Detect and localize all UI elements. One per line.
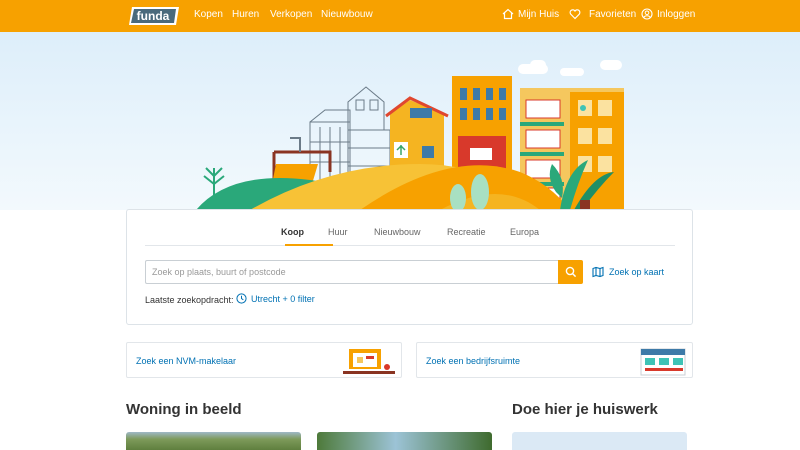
nvm-makelaar-card[interactable]: Zoek een NVM-makelaar: [126, 342, 402, 378]
top-navigation-bar: funda Kopen Huren Verkopen Nieuwbouw Mij…: [0, 0, 800, 32]
bedrijfsruimte-label: Zoek een bedrijfsruimte: [426, 356, 521, 366]
tab-recreatie[interactable]: Recreatie: [447, 227, 486, 237]
tab-koop[interactable]: Koop: [281, 227, 304, 237]
nav-kopen[interactable]: Kopen: [194, 9, 223, 20]
nav-nieuwbouw[interactable]: Nieuwbouw: [321, 9, 373, 20]
house-icon: [502, 8, 514, 20]
inloggen-label: Inloggen: [657, 8, 696, 20]
hero-banner: [0, 32, 800, 210]
funda-logo[interactable]: funda: [128, 6, 180, 26]
nav-huren[interactable]: Huren: [232, 9, 259, 20]
huiswerk-card-thumbnail[interactable]: [512, 432, 687, 450]
woning-photo-thumbnail[interactable]: [317, 432, 492, 450]
huiswerk-heading: Doe hier je huiswerk: [512, 401, 658, 418]
mijn-huis-label: Mijn Huis: [518, 8, 560, 20]
map-search-link[interactable]: Zoek op kaart: [592, 266, 664, 278]
search-panel: Koop Huur Nieuwbouw Recreatie Europa Zoe…: [126, 209, 693, 325]
bedrijfsruimte-illustration: [640, 348, 686, 376]
heart-icon: [569, 9, 581, 20]
logo-text: funda: [137, 9, 170, 23]
favorieten-link[interactable]: Favorieten: [569, 8, 636, 20]
city-illustration: [196, 76, 624, 210]
clock-icon: [236, 293, 247, 304]
woning-photo-thumbnail[interactable]: [126, 432, 301, 450]
mijn-huis-link[interactable]: Mijn Huis: [502, 8, 559, 20]
nvm-makelaar-label: Zoek een NVM-makelaar: [136, 356, 237, 366]
last-search-link[interactable]: Utrecht + 0 filter: [236, 293, 315, 304]
makelaar-illustration: [343, 349, 395, 374]
nav-verkopen[interactable]: Verkopen: [270, 9, 312, 20]
user-icon: [641, 8, 653, 20]
tab-nieuwbouw[interactable]: Nieuwbouw: [374, 227, 421, 237]
tab-europa[interactable]: Europa: [510, 227, 539, 237]
inloggen-link[interactable]: Inloggen: [641, 8, 695, 20]
bedrijfsruimte-card[interactable]: Zoek een bedrijfsruimte: [416, 342, 693, 378]
last-search-value: Utrecht + 0 filter: [251, 293, 315, 304]
woning-in-beeld-heading: Woning in beeld: [126, 401, 242, 418]
active-tab-indicator: [285, 244, 333, 246]
map-search-label: Zoek op kaart: [609, 267, 665, 277]
search-input[interactable]: [145, 260, 558, 284]
search-tabs: Koop Huur Nieuwbouw Recreatie Europa: [145, 222, 675, 246]
last-search-label: Laatste zoekopdracht:: [145, 295, 234, 305]
search-icon: [565, 266, 576, 278]
favorieten-label: Favorieten: [589, 8, 637, 20]
map-icon: [592, 266, 604, 278]
search-button[interactable]: [558, 260, 583, 284]
tab-huur[interactable]: Huur: [328, 227, 348, 237]
